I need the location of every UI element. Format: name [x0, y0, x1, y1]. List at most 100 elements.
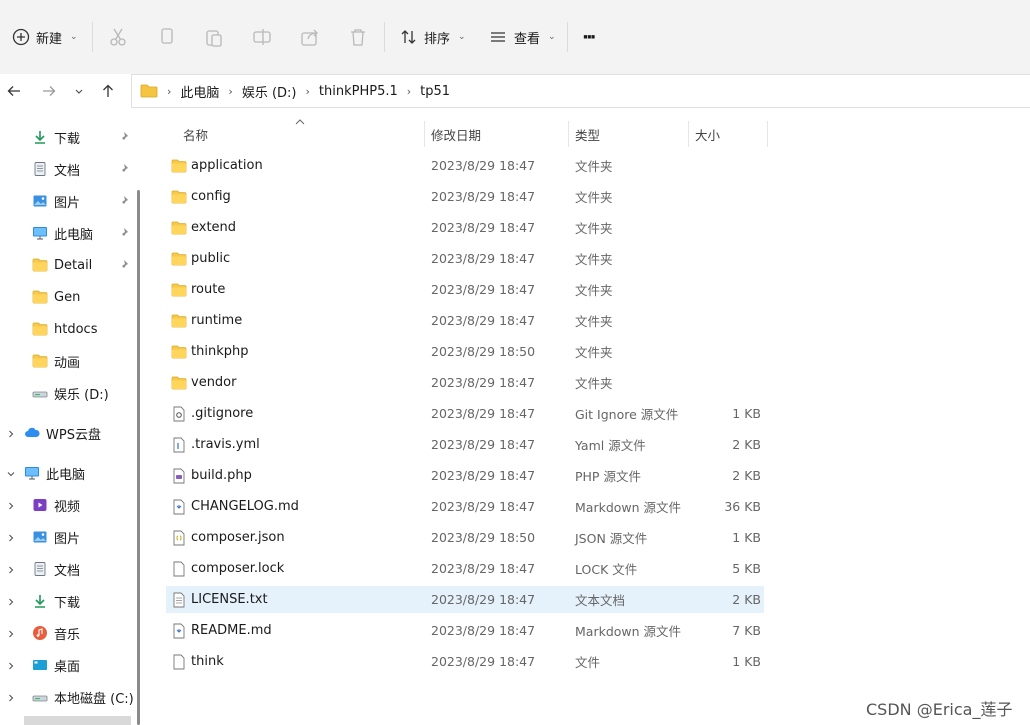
- arrow-right-icon: [43, 86, 56, 96]
- file-row[interactable]: LICENSE.txt 2023/8/29 18:47 文本文档 2 KB: [166, 586, 764, 613]
- file-name: LICENSE.txt: [191, 592, 268, 607]
- column-header-size[interactable]: 大小: [695, 121, 720, 147]
- file-row[interactable]: public 2023/8/29 18:47 文件夹: [166, 245, 764, 272]
- file-name: composer.lock: [191, 561, 285, 576]
- chevron-right-icon[interactable]: [6, 692, 16, 702]
- sidebar-scrollbar[interactable]: [137, 190, 140, 725]
- column-divider[interactable]: [424, 121, 425, 147]
- share-icon[interactable]: [299, 26, 321, 48]
- file-row[interactable]: .gitignore 2023/8/29 18:47 Git Ignore 源文件 1…: [166, 400, 764, 427]
- breadcrumb-item[interactable]: tp51: [420, 84, 450, 99]
- recent-locations-button[interactable]: [68, 80, 90, 102]
- drive-icon: [32, 689, 48, 705]
- pin-icon[interactable]: [117, 227, 129, 239]
- file-date: 2023/8/29 18:47: [431, 406, 536, 421]
- sidebar-item[interactable]: 此电脑: [24, 459, 85, 487]
- chevron-right-icon[interactable]: [6, 532, 16, 542]
- file-name: route: [191, 282, 226, 297]
- sort-button[interactable]: 排序 ⌄: [400, 20, 466, 54]
- cut-icon[interactable]: [107, 26, 129, 48]
- sidebar-item[interactable]: 视频: [32, 491, 80, 519]
- file-name-cell: README.md: [171, 617, 272, 644]
- sidebar-item[interactable]: Detail: [32, 251, 92, 279]
- column-header-type[interactable]: 类型: [575, 121, 600, 147]
- sidebar-item[interactable]: 桌面: [32, 651, 80, 679]
- sidebar-item[interactable]: 此电脑: [32, 219, 93, 247]
- sidebar-item[interactable]: htdocs: [32, 315, 97, 343]
- chevron-right-icon[interactable]: [6, 660, 16, 670]
- file-row[interactable]: CHANGELOG.md 2023/8/29 18:47 Markdown 源文件 3…: [166, 493, 764, 520]
- file-row[interactable]: .travis.yml 2023/8/29 18:47 Yaml 源文件 2 KB: [166, 431, 764, 458]
- file-row[interactable]: think 2023/8/29 18:47 文件 1 KB: [166, 648, 764, 675]
- delete-icon[interactable]: [347, 26, 369, 48]
- file-row[interactable]: thinkphp 2023/8/29 18:50 文件夹: [166, 338, 764, 365]
- file-date: 2023/8/29 18:47: [431, 623, 536, 638]
- sidebar-item[interactable]: 图片: [32, 523, 80, 551]
- new-button[interactable]: 新建 ⌄: [12, 20, 78, 54]
- file-row[interactable]: vendor 2023/8/29 18:47 文件夹: [166, 369, 764, 396]
- paste-icon[interactable]: [203, 26, 225, 48]
- cloud-icon: [24, 425, 40, 441]
- file-row[interactable]: build.php 2023/8/29 18:47 PHP 源文件 2 KB: [166, 462, 764, 489]
- copy-icon[interactable]: [156, 26, 178, 48]
- chevron-down-icon[interactable]: [6, 468, 16, 478]
- sidebar-item[interactable]: 文档: [32, 555, 80, 583]
- folder-icon: [171, 220, 187, 236]
- column-divider[interactable]: [568, 121, 569, 147]
- folder-icon: [32, 257, 48, 273]
- sidebar-item[interactable]: WPS云盘: [24, 419, 101, 447]
- more-options-button[interactable]: ···: [582, 20, 596, 54]
- sidebar-item[interactable]: 文档: [32, 155, 80, 183]
- chevron-right-icon[interactable]: [6, 428, 16, 438]
- document-icon: [32, 561, 48, 577]
- sidebar-item[interactable]: 动画: [32, 347, 80, 375]
- file-date: 2023/8/29 18:47: [431, 282, 536, 297]
- column-header-name[interactable]: 名称: [183, 121, 208, 147]
- file-row[interactable]: runtime 2023/8/29 18:47 文件夹: [166, 307, 764, 334]
- pin-icon[interactable]: [117, 131, 129, 143]
- pin-icon[interactable]: [117, 163, 129, 175]
- file-row[interactable]: config 2023/8/29 18:47 文件夹: [166, 183, 764, 210]
- sidebar-item-label: 下载: [54, 595, 81, 611]
- file-row[interactable]: README.md 2023/8/29 18:47 Markdown 源文件 7 KB: [166, 617, 764, 644]
- chevron-right-icon[interactable]: [6, 500, 16, 510]
- sidebar-item[interactable]: 娱乐 (D:): [32, 379, 109, 407]
- breadcrumb-item[interactable]: thinkPHP5.1: [319, 84, 398, 99]
- arrow-up-icon: [103, 84, 113, 97]
- file-row[interactable]: extend 2023/8/29 18:47 文件夹: [166, 214, 764, 241]
- breadcrumb-item[interactable]: 此电脑: [180, 82, 219, 101]
- pin-icon[interactable]: [117, 259, 129, 271]
- sidebar-item[interactable]: 下载: [32, 587, 80, 615]
- chevron-right-icon[interactable]: [6, 628, 16, 638]
- sidebar-item-label: 此电脑: [46, 467, 86, 483]
- file-name-cell: build.php: [171, 462, 252, 489]
- file-row[interactable]: application 2023/8/29 18:47 文件夹: [166, 152, 764, 179]
- chevron-right-icon[interactable]: [6, 596, 16, 606]
- view-button[interactable]: 查看 ⌄: [488, 20, 556, 54]
- column-divider[interactable]: [688, 121, 689, 147]
- column-header-date[interactable]: 修改日期: [431, 121, 481, 147]
- pin-icon[interactable]: [117, 195, 129, 207]
- breadcrumb-item[interactable]: 娱乐 (D:): [242, 82, 297, 101]
- sidebar-item[interactable]: 下载: [32, 123, 80, 151]
- file-row[interactable]: composer.lock 2023/8/29 18:47 LOCK 文件 5 KB: [166, 555, 764, 582]
- file-size: 2 KB: [732, 592, 761, 607]
- sidebar-item[interactable]: 本地磁盘 (C:): [32, 683, 134, 711]
- sidebar-item-partial[interactable]: [24, 716, 131, 725]
- forward-button[interactable]: [38, 80, 60, 102]
- sidebar-item[interactable]: Gen: [32, 283, 80, 311]
- folder-icon: [171, 251, 187, 267]
- folder-icon: [171, 375, 187, 391]
- chevron-right-icon[interactable]: [6, 564, 16, 574]
- file-row[interactable]: route 2023/8/29 18:47 文件夹: [166, 276, 764, 303]
- column-divider[interactable]: [767, 121, 768, 147]
- address-bar[interactable]: › 此电脑 › 娱乐 (D:) › thinkPHP5.1 › tp51: [131, 74, 1030, 108]
- sidebar-item[interactable]: 音乐: [32, 619, 80, 647]
- up-button[interactable]: [97, 80, 119, 102]
- file-row[interactable]: composer.json 2023/8/29 18:50 JSON 源文件 1 KB: [166, 524, 764, 551]
- file-size: [706, 214, 761, 241]
- sidebar-item[interactable]: 图片: [32, 187, 80, 215]
- file-name: extend: [191, 220, 237, 235]
- rename-icon[interactable]: [251, 26, 273, 48]
- back-button[interactable]: [3, 80, 25, 102]
